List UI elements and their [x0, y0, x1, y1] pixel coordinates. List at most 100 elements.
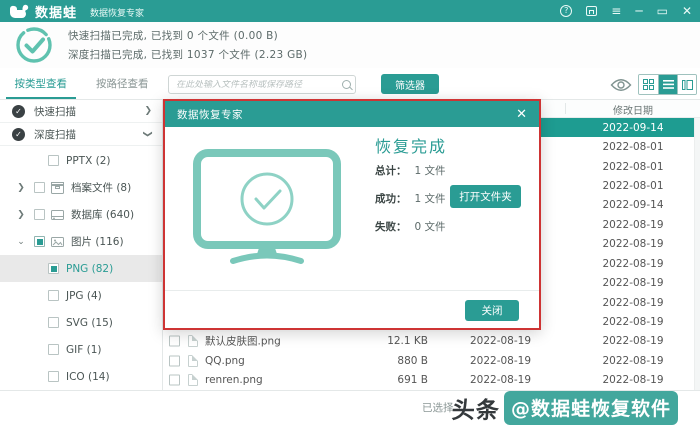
dialog-close-button[interactable]: 关闭	[465, 300, 519, 321]
dialog-close-icon[interactable]: ✕	[516, 108, 527, 121]
row-checkbox[interactable]	[169, 355, 180, 367]
checkbox-empty[interactable]	[34, 209, 45, 220]
menu-icon[interactable]: ≡	[611, 5, 621, 17]
deep-scan-status: 深度扫描已完成, 已找到 1037 个文件 (2.23 GB)	[68, 49, 308, 61]
dialog-divider	[165, 290, 539, 291]
scan-complete-check-icon	[16, 27, 52, 63]
stat-value: 1 文件	[414, 193, 446, 205]
sidebar: ✓ 快速扫描 ❯ ✓ 深度扫描 ❮ PPTX (2) ❯ 档案文件 (8) ❯ 数据库 …	[0, 100, 163, 390]
checkbox-empty[interactable]	[34, 182, 45, 193]
column-separator	[565, 103, 566, 114]
tab-view-by-path[interactable]: 按路径查看	[82, 68, 164, 99]
detail-view-icon[interactable]	[677, 75, 696, 94]
sidebar-item-database[interactable]: ❯ 数据库 (640)	[0, 201, 163, 228]
sidebar-tabs: 按类型查看 按路径查看	[0, 68, 163, 99]
stat-success: 成功： 1 文件	[375, 191, 446, 206]
sidebar-item-images[interactable]: ⌄ 图片 (116)	[0, 228, 163, 255]
file-date-modified: 2022-09-14	[602, 199, 664, 212]
tree-item-label: 数据库 (640)	[71, 209, 135, 221]
modified-date-header: 修改日期	[613, 105, 653, 117]
file-date-modified: 2022-08-19	[602, 374, 664, 387]
vertical-scrollbar[interactable]	[694, 118, 700, 390]
file-date-modified: 2022-08-01	[602, 179, 664, 192]
file-date-modified: 2022-08-19	[602, 335, 664, 348]
monitor-check-icon	[191, 147, 343, 271]
image-icon	[51, 236, 64, 248]
file-name: QQ.png	[205, 354, 245, 367]
file-size: 691 B	[397, 374, 428, 387]
file-icon	[188, 374, 198, 387]
checkbox-empty[interactable]	[48, 371, 59, 382]
sidebar-item-jpg[interactable]: JPG (4)	[0, 282, 163, 309]
sidebar-item-archive[interactable]: ❯ 档案文件 (8)	[0, 174, 163, 201]
stat-fail: 失败： 0 文件	[375, 219, 446, 234]
file-date-created: 2022-08-19	[469, 335, 532, 348]
stat-label: 总计：	[375, 165, 407, 177]
checkbox-empty[interactable]	[48, 290, 59, 301]
checkbox-partial[interactable]	[34, 236, 45, 247]
table-row[interactable]: renren.png 691 B 2022-08-19 2022-08-19	[163, 370, 700, 389]
help-icon[interactable]: ?	[560, 5, 573, 17]
row-checkbox[interactable]	[169, 335, 180, 347]
tree-item-label: GIF (1)	[66, 343, 102, 356]
file-date-modified: 2022-08-19	[602, 218, 664, 231]
scan-status-bar: 快速扫描已完成, 已找到 0 个文件 (0.00 B) 深度扫描已完成, 已找到…	[0, 22, 700, 68]
sidebar-item-deep-scan[interactable]: ✓ 深度扫描 ❮	[0, 123, 162, 146]
checkbox-empty[interactable]	[48, 155, 59, 166]
close-window-icon[interactable]: ✕	[682, 5, 692, 17]
file-size: 12.1 KB	[387, 335, 428, 348]
search-box	[168, 75, 356, 94]
checkbox-empty[interactable]	[48, 344, 59, 355]
sidebar-item-pptx[interactable]: PPTX (2)	[0, 147, 163, 174]
app-title: 数据蛙	[35, 5, 78, 21]
open-folder-button[interactable]: 打开文件夹	[450, 185, 521, 208]
row-checkbox[interactable]	[169, 374, 180, 386]
tab-label: 按类型查看	[14, 78, 68, 90]
chevron-down-icon[interactable]: ❮	[143, 130, 153, 138]
table-row[interactable]: 默认皮肤图.png 12.1 KB 2022-08-19 2022-08-19	[163, 332, 700, 351]
check-circle-icon: ✓	[12, 104, 25, 118]
archive-icon	[51, 181, 64, 194]
feedback-icon[interactable]	[586, 6, 598, 16]
watermark-handle: @数据蛙恢复软件	[504, 391, 679, 425]
chevron-right-icon[interactable]: ❯	[16, 210, 26, 220]
watermark-prefix: 头条	[450, 398, 501, 424]
sidebar-item-quick-scan[interactable]: ✓ 快速扫描 ❯	[0, 100, 162, 123]
minimize-icon[interactable]: ─	[635, 5, 642, 17]
file-size: 880 B	[397, 354, 428, 367]
recovery-complete-dialog: 数据恢复专家 ✕ 恢复完成 总计： 1 文件 成功： 1 文件 失败： 0 文件 打开…	[163, 99, 541, 330]
frog-logo-icon	[9, 4, 29, 18]
tree-item-label: PNG (82)	[66, 262, 114, 275]
chevron-right-icon[interactable]: ❯	[144, 106, 152, 116]
search-input[interactable]	[176, 79, 342, 90]
quick-scan-status: 快速扫描已完成, 已找到 0 个文件 (0.00 B)	[68, 30, 279, 42]
file-date-modified: 2022-08-01	[602, 160, 664, 173]
scan-label: 深度扫描	[34, 128, 76, 141]
list-view-icon[interactable]	[658, 75, 677, 94]
file-date-created: 2022-08-19	[469, 354, 532, 367]
chevron-down-icon[interactable]: ⌄	[16, 237, 26, 247]
tree-item-label: PPTX (2)	[66, 154, 111, 167]
grid-view-icon[interactable]	[639, 75, 658, 94]
filter-button[interactable]: 筛选器	[381, 74, 439, 94]
preview-eye-icon[interactable]	[610, 77, 632, 96]
checkbox-checked[interactable]	[48, 263, 59, 274]
toolbar: 按类型查看 按路径查看 筛选器	[0, 68, 700, 100]
file-date-modified: 2022-08-19	[602, 354, 664, 367]
maximize-icon[interactable]: ▭	[657, 5, 668, 17]
app-window: 数据蛙 数据恢复专家 ? ≡ ─ ▭ ✕ 快速扫描已完成, 已找到 0 个文件 …	[0, 0, 700, 425]
search-icon[interactable]	[342, 80, 351, 89]
tab-view-by-type[interactable]: 按类型查看	[0, 68, 82, 99]
file-date-modified: 2022-08-19	[602, 257, 664, 270]
chevron-right-icon[interactable]: ❯	[16, 183, 26, 193]
file-icon	[188, 335, 198, 348]
sidebar-item-ico[interactable]: ICO (14)	[0, 363, 163, 390]
selected-count-label: 已选择	[422, 402, 454, 414]
stat-label: 成功：	[375, 193, 407, 205]
sidebar-item-svg[interactable]: SVG (15)	[0, 309, 163, 336]
sidebar-item-png[interactable]: PNG (82)	[0, 255, 163, 282]
file-date-modified: 2022-08-19	[602, 315, 664, 328]
sidebar-item-gif[interactable]: GIF (1)	[0, 336, 163, 363]
table-row[interactable]: QQ.png 880 B 2022-08-19 2022-08-19	[163, 351, 700, 370]
checkbox-empty[interactable]	[48, 317, 59, 328]
